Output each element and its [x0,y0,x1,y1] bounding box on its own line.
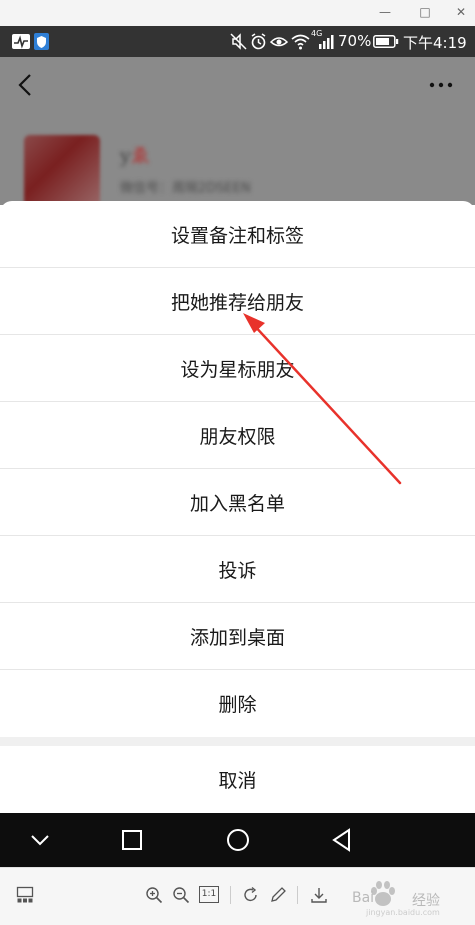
activity-app-icon [12,34,30,49]
signal-4g-icon [319,35,334,49]
more-options-icon[interactable] [428,75,454,95]
avatar [24,135,100,205]
sheet-item-blacklist[interactable]: 加入黑名单 [0,469,475,536]
window-close-button[interactable]: ✕ [450,3,472,21]
eye-icon [270,37,288,47]
battery-icon [373,35,399,48]
watermark-text-2: 经验 [412,893,440,909]
toolbar-separator-2 [297,886,298,904]
back-triangle-icon[interactable] [330,827,354,853]
toolbar-separator [230,886,231,904]
battery-percent: 70% [338,32,372,50]
window-minimize-button[interactable]: — [374,3,396,21]
shield-app-icon [34,33,49,50]
profile-id: 微信号：周琬2DSEEN [120,181,251,196]
sheet-item-add-to-desktop[interactable]: 添加到桌面 [0,603,475,670]
wifi-icon [291,34,310,50]
watermark-text: Bai [352,890,375,906]
sheet-item-delete[interactable]: 删除 [0,670,475,737]
download-icon[interactable] [310,886,328,904]
home-icon[interactable] [225,827,251,853]
sheet-item-set-remark-tags[interactable]: 设置备注和标签 [0,201,475,268]
mute-icon [230,33,247,50]
alarm-icon [251,33,266,50]
sheet-item-friend-permissions[interactable]: 朋友权限 [0,402,475,469]
window-maximize-button[interactable]: □ [414,3,436,21]
actual-size-button[interactable]: 1:1 [199,886,219,903]
thumbnail-view-icon[interactable] [16,886,34,904]
rotate-icon[interactable] [242,886,260,904]
screenshot-root: — □ ✕ 4G 70% 下午4:19 yゑ 微信号：周琬2DSEEN 设置备注… [0,0,475,925]
sheet-item-report[interactable]: 投诉 [0,536,475,603]
edit-pencil-icon[interactable] [269,886,287,904]
profile-name: yゑ [120,141,150,168]
window-title-bar: — □ ✕ [0,0,475,26]
profile-name-text: y [120,145,131,167]
status-bar: 4G 70% 下午4:19 [0,26,475,57]
zoom-in-icon[interactable] [145,886,163,904]
cancel-button[interactable]: 取消 [0,746,475,813]
clock: 下午4:19 [403,34,467,52]
back-arrow-icon[interactable] [14,71,38,99]
sheet-divider [0,737,475,746]
chevron-down-icon[interactable] [29,827,51,853]
recent-apps-icon[interactable] [120,827,144,853]
baidu-watermark: Bai 经验 jingyan.baidu.com [352,876,470,920]
profile-background: yゑ 微信号：周琬2DSEEN [0,57,475,205]
sheet-item-star-friend[interactable]: 设为星标朋友 [0,335,475,402]
sheet-item-recommend-friend[interactable]: 把她推荐给朋友 [0,268,475,335]
android-nav-bar [0,813,475,867]
zoom-out-icon[interactable] [172,886,190,904]
action-sheet: 设置备注和标签 把她推荐给朋友 设为星标朋友 朋友权限 加入黑名单 投诉 添加到… [0,201,475,813]
profile-name-suffix: ゑ [130,145,150,167]
watermark-subtext: jingyan.baidu.com [366,908,440,917]
